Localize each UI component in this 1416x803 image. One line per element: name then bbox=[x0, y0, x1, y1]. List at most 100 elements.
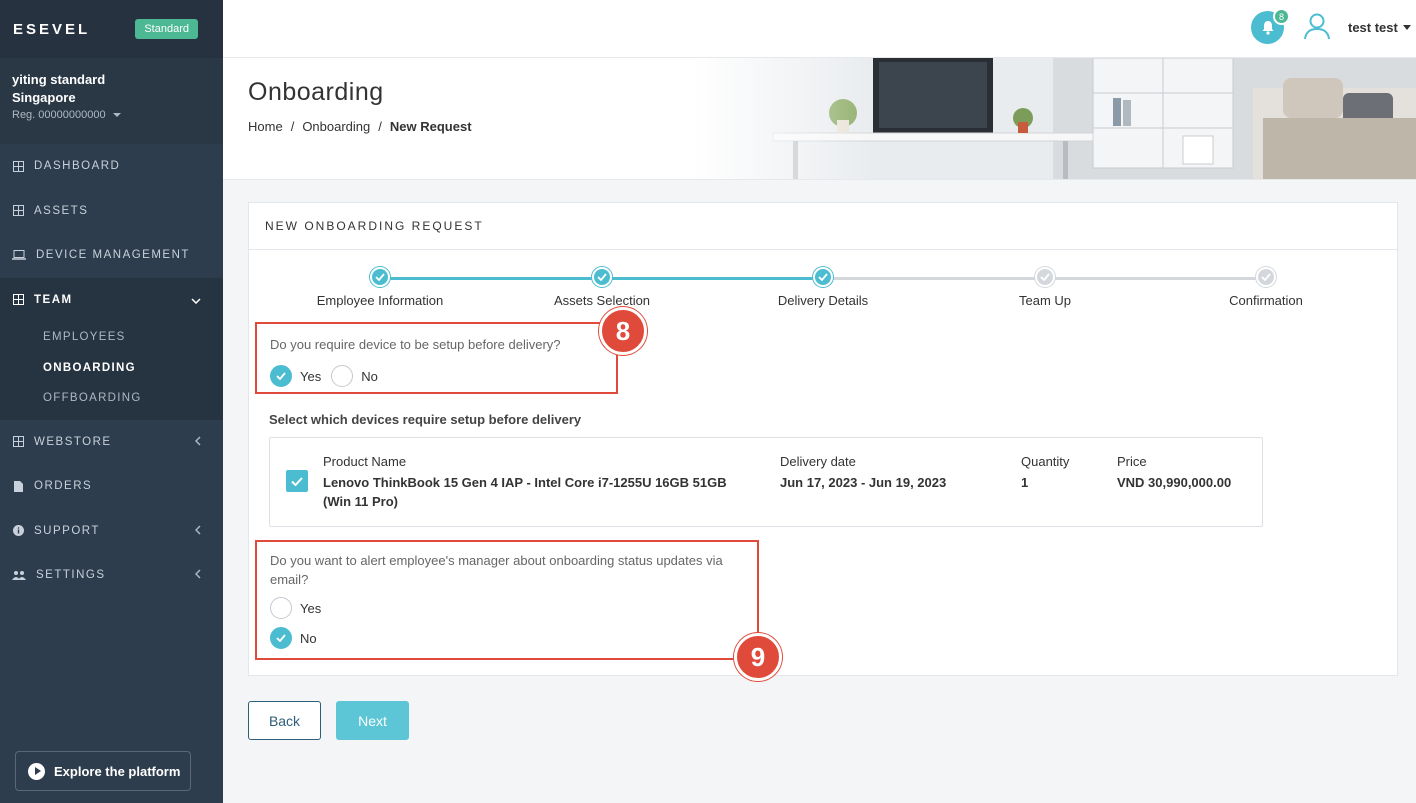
step-label: Confirmation bbox=[1229, 293, 1303, 308]
device-setup-checkbox[interactable] bbox=[286, 470, 308, 492]
check-icon bbox=[592, 267, 612, 287]
company-reg-number: Reg. 00000000000 bbox=[12, 109, 106, 121]
breadcrumb-home[interactable]: Home bbox=[248, 119, 283, 134]
caret-down-icon bbox=[1402, 25, 1411, 30]
grid-icon bbox=[12, 436, 24, 448]
sidebar-item-label: SUPPORT bbox=[34, 524, 100, 537]
step-confirmation: Confirmation bbox=[1181, 267, 1351, 308]
breadcrumb-separator: / bbox=[378, 119, 382, 134]
sidebar-item-assets[interactable]: ASSETS bbox=[0, 189, 223, 234]
sidebar-subitem-employees[interactable]: EMPLOYEES bbox=[0, 322, 223, 353]
users-icon bbox=[12, 569, 26, 581]
page-title: Onboarding bbox=[248, 78, 384, 106]
topbar: 8 test test bbox=[223, 0, 1416, 58]
device-row: Product Name Lenovo ThinkBook 15 Gen 4 I… bbox=[269, 437, 1263, 527]
company-country: Singapore bbox=[12, 90, 76, 105]
breadcrumb-separator: / bbox=[290, 119, 295, 134]
laptop-icon bbox=[12, 249, 26, 261]
sidebar-item-device-management[interactable]: DEVICE MANAGEMENT bbox=[0, 233, 223, 278]
setup-question-highlight: Do you require device to be setup before… bbox=[255, 322, 618, 394]
sidebar-item-dashboard[interactable]: DASHBOARD bbox=[0, 144, 223, 189]
device-setup-title: Select which devices require setup befor… bbox=[269, 412, 582, 427]
user-avatar-icon[interactable] bbox=[1303, 12, 1331, 40]
setup-question-text: Do you require device to be setup before… bbox=[270, 337, 561, 352]
step-label: Assets Selection bbox=[553, 293, 651, 308]
annotation-badge-8: 8 bbox=[599, 307, 647, 355]
chevron-left-icon bbox=[194, 435, 201, 449]
logo-row: ESEVEL Standard bbox=[0, 0, 223, 58]
sidebar-item-orders[interactable]: ORDERS bbox=[0, 464, 223, 509]
company-selector[interactable]: yiting standard Singapore Reg. 000000000… bbox=[0, 58, 223, 144]
delivery-header: Delivery date bbox=[780, 454, 856, 469]
quantity-header: Quantity bbox=[1021, 454, 1070, 469]
quantity-column: Quantity 1 bbox=[1021, 454, 1101, 492]
price-column: Price VND 30,990,000.00 bbox=[1117, 454, 1257, 492]
breadcrumb: Home / Onboarding / New Request bbox=[248, 119, 472, 134]
sidebar-item-label: DEVICE MANAGEMENT bbox=[36, 249, 190, 262]
alert-no-option: No bbox=[270, 627, 317, 649]
sidebar-item-support[interactable]: SUPPORT bbox=[0, 509, 223, 554]
sidebar-item-label: ORDERS bbox=[34, 480, 93, 493]
company-name: yiting standard bbox=[12, 72, 106, 87]
sidebar-subitem-onboarding[interactable]: ONBOARDING bbox=[0, 353, 223, 384]
progress-stepper: Employee Information Assets Selection De… bbox=[249, 267, 1399, 317]
alert-yes-option: Yes bbox=[270, 597, 321, 619]
card-title: NEW ONBOARDING REQUEST bbox=[249, 203, 1397, 250]
back-button[interactable]: Back bbox=[248, 701, 321, 740]
explore-platform-button[interactable]: Explore the platform bbox=[15, 751, 191, 791]
sidebar-item-webstore[interactable]: WEBSTORE bbox=[0, 420, 223, 465]
alert-no-label: No bbox=[300, 630, 317, 646]
info-icon bbox=[12, 525, 24, 537]
team-subnav: EMPLOYEES ONBOARDING OFFBOARDING bbox=[0, 322, 223, 420]
esevel-logo[interactable]: ESEVEL bbox=[13, 21, 90, 38]
sidebar-item-label: DASHBOARD bbox=[34, 160, 121, 173]
alert-question-text: Do you want to alert employee's manager … bbox=[270, 553, 723, 587]
sidebar-item-label: WEBSTORE bbox=[34, 435, 112, 448]
sidebar-subitem-offboarding[interactable]: OFFBOARDING bbox=[0, 383, 223, 414]
step-label: Delivery Details bbox=[777, 293, 869, 308]
breadcrumb-current: New Request bbox=[389, 119, 472, 134]
setup-yes-radio[interactable] bbox=[270, 365, 292, 387]
product-header: Product Name bbox=[323, 454, 407, 469]
alert-yes-label: Yes bbox=[300, 600, 322, 616]
plan-badge: Standard bbox=[135, 19, 198, 39]
sidebar-item-label: TEAM bbox=[34, 293, 73, 306]
check-icon bbox=[1035, 267, 1055, 287]
sidebar-item-label: SETTINGS bbox=[36, 569, 106, 582]
explore-label: Explore the platform bbox=[54, 763, 181, 779]
user-menu[interactable]: test test bbox=[1348, 20, 1411, 35]
sidebar: ESEVEL Standard yiting standard Singapor… bbox=[0, 0, 223, 803]
play-icon bbox=[28, 762, 45, 780]
bell-icon bbox=[1262, 21, 1273, 35]
step-employee-information: Employee Information bbox=[295, 267, 465, 308]
breadcrumb-onboarding[interactable]: Onboarding bbox=[302, 119, 370, 134]
grid-icon bbox=[12, 205, 24, 217]
alert-yes-radio[interactable] bbox=[270, 597, 292, 619]
annotation-badge-9: 9 bbox=[734, 633, 782, 681]
quantity-value: 1 bbox=[1021, 475, 1029, 490]
setup-yes-label: Yes bbox=[300, 368, 322, 384]
check-icon bbox=[370, 267, 390, 287]
step-delivery-details: Delivery Details bbox=[738, 267, 908, 308]
setup-radio-group: Yes No bbox=[270, 365, 378, 387]
chevron-left-icon bbox=[194, 524, 201, 538]
sidebar-item-team[interactable]: TEAM bbox=[0, 277, 223, 322]
sidebar-item-label: ASSETS bbox=[34, 204, 89, 217]
step-team-up: Team Up bbox=[960, 267, 1130, 308]
delivery-column: Delivery date Jun 17, 2023 - Jun 19, 202… bbox=[780, 454, 1000, 492]
price-header: Price bbox=[1117, 454, 1147, 469]
onboarding-request-card: NEW ONBOARDING REQUEST Employee Informat… bbox=[248, 202, 1399, 681]
step-label: Team Up bbox=[1018, 293, 1072, 308]
setup-no-radio[interactable] bbox=[331, 365, 354, 387]
product-name: Lenovo ThinkBook 15 Gen 4 IAP - Intel Co… bbox=[323, 475, 727, 509]
sidebar-item-settings[interactable]: SETTINGS bbox=[0, 553, 223, 598]
setup-no-label: No bbox=[361, 368, 378, 384]
chevron-left-icon bbox=[194, 568, 201, 582]
caret-down-icon bbox=[112, 113, 121, 117]
notification-count-badge: 8 bbox=[1273, 8, 1290, 25]
check-icon bbox=[813, 267, 833, 287]
grid-icon bbox=[12, 294, 24, 306]
alert-no-radio[interactable] bbox=[270, 627, 292, 649]
page-header: Onboarding Home / Onboarding / New Reque… bbox=[223, 58, 1416, 180]
next-button[interactable]: Next bbox=[336, 701, 409, 740]
